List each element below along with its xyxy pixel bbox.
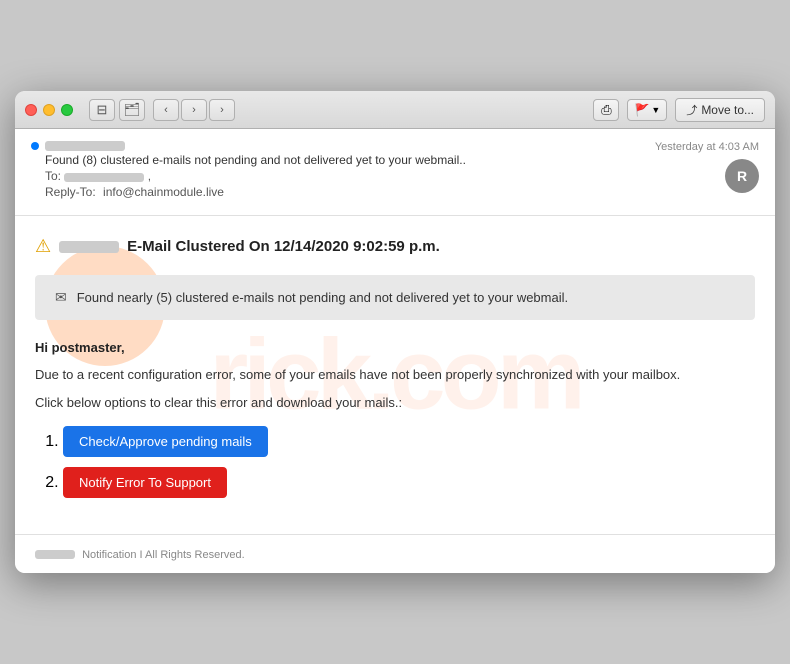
action-buttons-list: Check/Approve pending mails Notify Error… [35, 426, 755, 498]
maximize-button[interactable] [61, 104, 73, 116]
footer-text: Notification I All Rights Reserved. [82, 549, 245, 561]
subject-preview: Found (8) clustered e-mails not pending … [45, 153, 466, 167]
unread-dot [31, 142, 39, 150]
back-button[interactable]: ‹ [153, 99, 179, 121]
move-to-label: Move to... [701, 103, 754, 117]
email-header: Found (8) clustered e-mails not pending … [15, 129, 775, 216]
warning-sender-blur [59, 241, 119, 253]
avatar: R [725, 159, 759, 193]
archive-button[interactable]: ⊟ [89, 99, 115, 121]
replyto-value: info@chainmodule.live [103, 185, 224, 199]
move-to-button[interactable]: ⤴ Move to... [675, 98, 765, 122]
titlebar: ⊟ 🗂 ‹ › › ⎙ 🚩 ▼ ⤴ Move to... [15, 91, 775, 129]
action-item-2: Notify Error To Support [63, 467, 755, 498]
action-item-1: Check/Approve pending mails [63, 426, 755, 457]
replyto-label: Reply-To: [45, 185, 96, 199]
info-box: ✉ Found nearly (5) clustered e-mails not… [35, 275, 755, 320]
sender-name-row [31, 141, 466, 151]
warning-icon: ⚠ [35, 236, 51, 257]
footer-brand-blur [35, 550, 75, 559]
body-paragraph-2: Click below options to clear this error … [35, 395, 755, 410]
traffic-lights [25, 104, 73, 116]
next-button[interactable]: › [209, 99, 235, 121]
minimize-button[interactable] [43, 104, 55, 116]
to-comma: , [148, 169, 151, 183]
sender-info: Found (8) clustered e-mails not pending … [31, 141, 466, 199]
footer-copyright-blur: Notification I All Rights Reserved. [35, 549, 245, 561]
greeting: Hi postmaster, [35, 340, 755, 355]
toolbar-controls: ⊟ 🗂 ‹ › › [89, 99, 235, 121]
body-paragraph-1: Due to a recent configuration error, som… [35, 365, 755, 385]
close-button[interactable] [25, 104, 37, 116]
move-to-icon: ⤴ [686, 102, 697, 118]
meta-right: Yesterday at 4:03 AM R [655, 141, 759, 193]
warning-banner: ⚠ E-Mail Clustered On 12/14/2020 9:02:59… [35, 232, 755, 261]
envelope-icon: ✉ [55, 289, 67, 306]
to-row: To: , [45, 169, 466, 183]
nav-buttons: ‹ › › [153, 99, 235, 121]
notify-error-button[interactable]: Notify Error To Support [63, 467, 227, 498]
to-value-blur [64, 173, 144, 182]
flag-icon: 🚩 [634, 103, 649, 117]
email-content: ⚠ E-Mail Clustered On 12/14/2020 9:02:59… [15, 216, 775, 534]
mail-window: ⊟ 🗂 ‹ › › ⎙ 🚩 ▼ ⤴ Move to... [15, 91, 775, 573]
titlebar-right: ⎙ 🚩 ▼ ⤴ Move to... [593, 98, 765, 122]
to-label: To: [45, 169, 61, 183]
check-approve-button[interactable]: Check/Approve pending mails [63, 426, 268, 457]
email-body: rick.com ⚠ E-Mail Clustered On 12/14/202… [15, 216, 775, 534]
print-button[interactable]: ⎙ [593, 99, 619, 121]
email-meta-row: Found (8) clustered e-mails not pending … [31, 141, 759, 199]
replyto-row: Reply-To: info@chainmodule.live [45, 185, 466, 199]
warning-title: E-Mail Clustered On 12/14/2020 9:02:59 p… [127, 238, 440, 255]
timestamp: Yesterday at 4:03 AM [655, 141, 759, 153]
flag-button[interactable]: 🚩 ▼ [627, 99, 667, 121]
email-footer: Notification I All Rights Reserved. [15, 534, 775, 573]
forward-button[interactable]: › [181, 99, 207, 121]
flag-chevron: ▼ [651, 105, 660, 115]
folder-button[interactable]: 🗂 [119, 99, 145, 121]
sender-name-blur [45, 141, 125, 151]
info-box-text: Found nearly (5) clustered e-mails not p… [77, 290, 568, 305]
